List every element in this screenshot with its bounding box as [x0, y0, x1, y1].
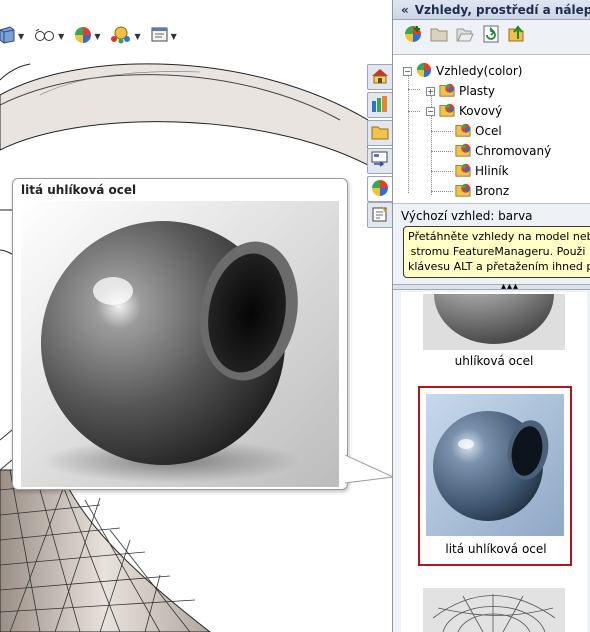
view-orientation-icon: [0, 25, 16, 47]
scene-button[interactable]: ▼: [110, 25, 141, 47]
appearance-label: litá uhlíková ocel: [445, 542, 547, 556]
tree-item-label: Bronz: [475, 184, 510, 198]
render-tools-icon: [151, 26, 169, 47]
tree-item-label: Chromovaný: [475, 144, 552, 158]
chevron-down-icon: ▼: [94, 31, 101, 41]
appearance-tree: − Vzhledy(color) + Plasty − Kovový Ocel …: [393, 54, 590, 204]
tab-appearances[interactable]: [367, 176, 393, 202]
material-folder-icon: [455, 182, 471, 201]
display-style-button[interactable]: ▼: [34, 25, 64, 47]
view-toolbar: ▼ ▼ ▼ ▼ ▼: [0, 22, 177, 50]
home-icon: [371, 68, 389, 87]
appearance-thumbnail[interactable]: [423, 294, 565, 350]
appearances-icon: [416, 62, 432, 81]
display-style-icon: [34, 27, 56, 46]
collapse-chevron-icon[interactable]: «: [401, 3, 409, 17]
add-appearance-icon: [404, 25, 422, 46]
tab-design-library[interactable]: [367, 92, 393, 118]
tree-item-ocel[interactable]: Ocel: [455, 121, 502, 141]
tree-item-label: Hliník: [475, 164, 509, 178]
tree-item-label: Plasty: [459, 84, 495, 98]
tree-item-hlinik[interactable]: Hliník: [455, 161, 509, 181]
tab-home[interactable]: [367, 64, 393, 90]
appearance-preview-image: [21, 201, 339, 487]
collapse-toggle[interactable]: −: [403, 66, 412, 76]
material-folder-icon: [455, 142, 471, 161]
hint-line: stromu FeatureManageru. Použi: [410, 245, 586, 258]
collapse-toggle[interactable]: −: [426, 106, 435, 116]
hint-tooltip: Přetáhněte vzhledy na model nebo stromu …: [403, 226, 590, 278]
appearance-preview-tooltip: litá uhlíková ocel: [12, 178, 348, 490]
folder-icon: [430, 26, 448, 45]
appearances-icon: [371, 179, 389, 200]
chevron-down-icon: ▼: [170, 31, 177, 41]
appearance-thumbnail-image: [426, 394, 564, 536]
appearance-icon: [74, 26, 92, 47]
tree-item-kovovy[interactable]: − Kovový: [426, 101, 502, 121]
folder-button[interactable]: [429, 25, 449, 45]
up-level-button[interactable]: [507, 24, 527, 46]
hint-line: Přetáhněte vzhledy na model nebo: [408, 230, 590, 243]
task-pane-title: Vzhledy, prostředí a nálepky: [414, 2, 590, 17]
task-pane-toolbar: [393, 22, 527, 48]
tree-item-plasty[interactable]: + Plasty: [426, 81, 495, 101]
design-library-icon: [371, 95, 389, 116]
appearance-label: uhlíková ocel: [454, 354, 534, 368]
tree-item-chromovany[interactable]: Chromovaný: [455, 141, 551, 161]
up-level-icon: [508, 24, 526, 46]
render-tools-button[interactable]: ▼: [151, 25, 177, 47]
tree-item-label: Kovový: [459, 104, 503, 118]
tree-root-label: Vzhledy(color): [436, 64, 523, 78]
appearance-thumbnail-selected[interactable]: litá uhlíková ocel: [418, 386, 572, 566]
material-folder-icon: [455, 122, 471, 141]
hint-line: klávesu ALT a přetažením ihned pr: [408, 260, 590, 273]
view-palette-icon: [371, 151, 389, 172]
default-appearance-label: Výchozí vzhled: barva: [401, 209, 533, 223]
chevron-down-icon: ▼: [134, 31, 141, 41]
file-explorer-icon: [371, 124, 389, 143]
tree-root[interactable]: − Vzhledy(color): [403, 61, 522, 81]
tooltip-pointer: [345, 455, 395, 484]
custom-properties-icon: [371, 205, 389, 226]
splitter-grip-icon: ▴▴▴: [501, 281, 520, 292]
chevron-down-icon: ▼: [18, 31, 25, 41]
material-folder-icon: [455, 162, 471, 181]
refresh-button[interactable]: [481, 25, 501, 45]
appearance-thumbnail[interactable]: [423, 588, 565, 632]
task-pane-header: « Vzhledy, prostředí a nálepky: [393, 0, 590, 20]
appearance-button[interactable]: ▼: [74, 25, 100, 47]
tab-view-palette[interactable]: [367, 148, 393, 174]
tab-file-explorer[interactable]: [367, 120, 393, 146]
chevron-down-icon: ▼: [58, 31, 65, 41]
tab-custom-properties[interactable]: [367, 202, 393, 228]
open-folder-button[interactable]: [455, 25, 475, 45]
material-folder-icon: [439, 82, 455, 101]
scene-icon: [110, 26, 132, 47]
task-pane-tabs: [367, 60, 393, 228]
tree-item-label: Ocel: [475, 124, 502, 138]
expand-toggle[interactable]: +: [426, 86, 435, 96]
tree-item-bronz[interactable]: Bronz: [455, 181, 509, 201]
refresh-icon: [482, 25, 500, 46]
material-folder-icon: [439, 102, 455, 121]
tooltip-title: litá uhlíková ocel: [21, 183, 137, 197]
task-pane: « Vzhledy, prostředí a nálepky − Vzhledy…: [392, 0, 590, 632]
pane-splitter[interactable]: ▴▴▴: [393, 281, 590, 292]
appearance-gallery: uhlíková ocel litá uhlíková ocel: [401, 292, 587, 632]
view-orientation-button[interactable]: ▼: [0, 25, 24, 47]
open-folder-icon: [456, 26, 474, 45]
add-appearance-button[interactable]: [403, 25, 423, 45]
